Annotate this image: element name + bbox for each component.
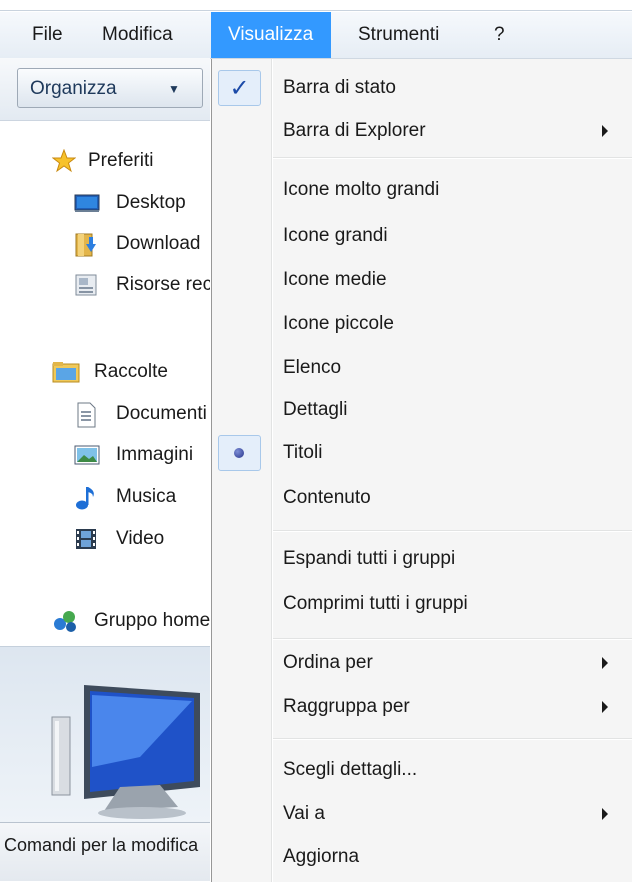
menu-item-large-icons[interactable]: Icone grandi: [212, 215, 632, 257]
menu-item-label: Scegli dettagli...: [283, 759, 418, 780]
menu-item-label: Barra di stato: [283, 77, 396, 98]
command-bar: Organizza ▼: [0, 58, 210, 121]
menu-item-content[interactable]: Contenuto: [212, 477, 632, 519]
menu-separator: [273, 530, 632, 532]
nav-homegroup-label: Gruppo home: [94, 610, 210, 631]
menu-item-label: Ordina per: [283, 652, 373, 673]
submenu-arrow-icon: [602, 808, 608, 820]
menu-item-collapse-groups[interactable]: Comprimi tutti i gruppi: [212, 583, 632, 625]
menu-item-label: Titoli: [283, 442, 323, 463]
menu-separator: [273, 157, 632, 159]
checkmark-icon: ✓: [229, 74, 250, 102]
menu-bar: File Modifica Visualizza Strumenti ?: [0, 12, 632, 59]
nav-favorites-label: Preferiti: [88, 150, 154, 171]
computer-icon: [51, 685, 200, 819]
downloads-icon: [74, 232, 98, 257]
nav-item-label: Desktop: [116, 192, 186, 213]
menu-item-small-icons[interactable]: Icone piccole: [212, 303, 632, 345]
submenu-arrow-icon: [602, 125, 608, 137]
menu-item-label: Icone grandi: [283, 225, 388, 246]
music-note-icon: [74, 485, 98, 510]
documents-icon: [74, 402, 98, 428]
libraries-icon: [52, 360, 80, 384]
menu-file[interactable]: File: [18, 12, 77, 58]
nav-item-label: Documenti: [116, 403, 207, 424]
menu-item-details[interactable]: Dettagli: [212, 389, 632, 431]
menu-help[interactable]: ?: [480, 12, 519, 58]
menu-item-extra-large-icons[interactable]: Icone molto grandi: [212, 169, 632, 211]
navigation-pane: Preferiti Desktop Download Risorse recen…: [0, 121, 210, 646]
menu-item-expand-groups[interactable]: Espandi tutti i gruppi: [212, 538, 632, 580]
radio-bullet-icon: [234, 448, 244, 458]
menu-item-label: Aggiorna: [283, 846, 360, 867]
organize-label: Organizza: [30, 78, 117, 99]
menu-item-go-to[interactable]: Vai a: [212, 793, 632, 835]
status-bar: Comandi per la modifica: [0, 822, 210, 881]
details-pane: [0, 646, 210, 823]
recent-places-icon: [74, 273, 98, 297]
organize-button[interactable]: Organizza ▼: [17, 68, 203, 108]
nav-item-label: Immagini: [116, 444, 194, 465]
homegroup-icon: [52, 609, 76, 633]
menu-item-label: Espandi tutti i gruppi: [283, 548, 456, 569]
menu-item-list[interactable]: Elenco: [212, 347, 632, 389]
menu-item-label: Raggruppa per: [283, 696, 410, 717]
menu-item-label: Icone medie: [283, 269, 387, 290]
window-top-edge: [0, 0, 632, 12]
menu-item-label: Comprimi tutti i gruppi: [283, 593, 468, 614]
star-icon: [51, 148, 77, 173]
chevron-down-icon: ▼: [168, 82, 180, 96]
menu-item-explorer-bar[interactable]: Barra di Explorer: [212, 110, 632, 152]
menu-item-refresh[interactable]: Aggiorna: [212, 836, 632, 878]
view-menu-dropdown: ✓ Barra di stato Barra di Explorer Icone…: [211, 59, 632, 882]
submenu-arrow-icon: [602, 701, 608, 713]
menu-separator: [273, 638, 632, 640]
nav-item-label: Musica: [116, 486, 177, 507]
pictures-icon: [74, 443, 100, 467]
menu-visualizza[interactable]: Visualizza: [211, 12, 331, 58]
menu-item-label: Icone molto grandi: [283, 179, 440, 200]
menu-modifica[interactable]: Modifica: [88, 12, 187, 58]
menu-item-choose-details[interactable]: Scegli dettagli...: [212, 749, 632, 791]
menu-item-label: Dettagli: [283, 399, 348, 420]
menu-item-sort-by[interactable]: Ordina per: [212, 642, 632, 684]
nav-libraries-label: Raccolte: [94, 361, 168, 382]
film-icon: [74, 527, 98, 551]
menu-item-label: Icone piccole: [283, 313, 394, 334]
submenu-arrow-icon: [602, 657, 608, 669]
desktop-icon: [74, 191, 100, 215]
nav-item-label: Video: [116, 528, 165, 549]
status-text: Comandi per la modifica: [4, 835, 199, 855]
nav-item-label: Risorse recenti: [116, 274, 210, 295]
menu-separator: [273, 738, 632, 740]
menu-item-label: Vai a: [283, 803, 325, 824]
menu-item-label: Elenco: [283, 357, 342, 378]
menu-strumenti[interactable]: Strumenti: [344, 12, 453, 58]
checked-state-box: ✓: [218, 70, 261, 106]
nav-item-label: Download: [116, 233, 201, 254]
menu-item-group-by[interactable]: Raggruppa per: [212, 686, 632, 728]
menu-item-label: Contenuto: [283, 487, 371, 508]
menu-item-medium-icons[interactable]: Icone medie: [212, 259, 632, 301]
menu-item-label: Barra di Explorer: [283, 120, 426, 141]
menu-item-tiles[interactable]: Titoli: [212, 432, 632, 474]
menu-item-status-bar[interactable]: ✓ Barra di stato: [212, 67, 632, 109]
selected-state-box: [218, 435, 261, 471]
